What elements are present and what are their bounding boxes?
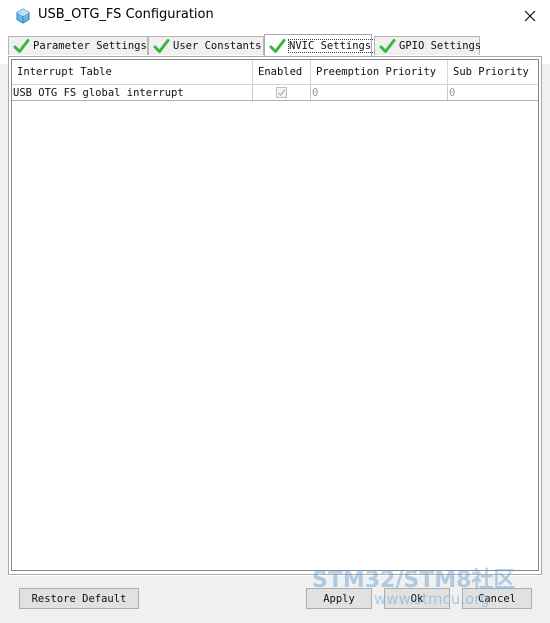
table-row[interactable]: USB OTG FS global interrupt 0 0 <box>12 85 538 101</box>
sub-priority-cell[interactable]: 0 <box>448 85 538 100</box>
tab-parameter-settings[interactable]: Parameter Settings <box>8 36 148 55</box>
app-cube-icon <box>16 8 30 24</box>
tab-label: Parameter Settings <box>33 40 147 52</box>
tab-label: User Constants <box>173 40 262 52</box>
tab-gpio-settings[interactable]: GPIO Settings <box>374 36 481 55</box>
tab-user-constants[interactable]: User Constants <box>148 36 264 55</box>
check-icon <box>269 38 286 53</box>
background-app-strip <box>0 64 8 576</box>
background-app-strip <box>542 64 550 576</box>
dialog-footer: Restore Default Apply Ok Cancel <box>0 576 550 623</box>
column-header-enabled[interactable]: Enabled <box>253 60 311 84</box>
window-title: USB_OTG_FS Configuration <box>38 7 214 22</box>
title-bar[interactable]: USB_OTG_FS Configuration <box>0 0 550 32</box>
tab-content-panel: Interrupt Table Enabled Preemption Prior… <box>8 57 542 575</box>
apply-button[interactable]: Apply <box>306 588 372 609</box>
tab-bar: Parameter Settings User Constants NVIC S… <box>8 34 542 57</box>
tab-label: NVIC Settings <box>287 38 378 53</box>
enabled-checkbox[interactable] <box>276 87 287 98</box>
table-header: Interrupt Table Enabled Preemption Prior… <box>12 60 538 85</box>
column-header-sub-priority[interactable]: Sub Priority <box>448 60 538 84</box>
check-icon <box>153 39 170 53</box>
interrupt-name-cell: USB OTG FS global interrupt <box>12 85 253 100</box>
enabled-cell[interactable] <box>253 85 311 100</box>
tab-label: GPIO Settings <box>399 40 482 52</box>
close-icon <box>524 10 536 22</box>
cancel-button[interactable]: Cancel <box>462 588 532 609</box>
preemption-priority-cell[interactable]: 0 <box>311 85 448 100</box>
restore-default-button[interactable]: Restore Default <box>19 588 139 609</box>
checkmark-icon <box>277 89 286 96</box>
interrupt-table: Interrupt Table Enabled Preemption Prior… <box>11 59 539 571</box>
tab-nvic-settings[interactable]: NVIC Settings <box>264 34 378 56</box>
ok-button[interactable]: Ok <box>384 588 450 609</box>
check-icon <box>379 39 396 53</box>
column-header-interrupt-table[interactable]: Interrupt Table <box>12 60 253 84</box>
check-icon <box>13 39 30 53</box>
configuration-dialog: USB_OTG_FS Configuration Parameter Setti… <box>0 0 550 623</box>
column-header-preemption-priority[interactable]: Preemption Priority <box>311 60 448 84</box>
close-button[interactable] <box>518 4 542 28</box>
